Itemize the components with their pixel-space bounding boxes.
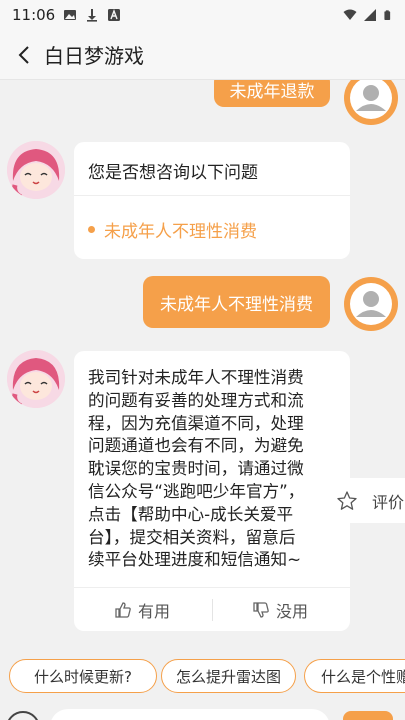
reply-divider — [74, 587, 350, 588]
reply-line: 耽误您的宝贵时间，请通过微 — [88, 459, 304, 479]
send-button[interactable] — [343, 711, 393, 720]
reply-line: 问题通道也会有不同，为避免 — [88, 436, 304, 456]
gallery-icon — [64, 10, 77, 20]
suggestion-option-label: 未成年人不理性消费 — [104, 222, 257, 242]
user-message-bubble: 未成年退款 — [214, 80, 330, 107]
voice-button[interactable] — [6, 711, 40, 720]
anime-avatar-icon — [7, 141, 65, 199]
reply-card: 我司针对未成年人不理性消费 的问题有妥善的处理方式和流 程，因为充值渠道不同，处… — [74, 351, 350, 631]
thumbs-down-icon — [253, 602, 269, 618]
user-message-text: 未成年退款 — [229, 82, 315, 102]
thumbs-up-icon — [115, 602, 131, 618]
chip-label: 什么时候更新? — [34, 667, 132, 686]
reply-line: 信公众号“逃跑吧少年官方”， — [88, 481, 305, 501]
wifi-icon — [343, 9, 357, 20]
back-button[interactable] — [14, 42, 34, 68]
user-message-text: 未成年人不理性消费 — [160, 294, 313, 315]
reply-line: 点击【帮助中心-成长关爱平 — [88, 504, 294, 524]
useless-label: 没用 — [276, 602, 309, 621]
suggestion-option[interactable]: 未成年人不理性消费 — [88, 217, 257, 242]
status-bar: 11:06 — [0, 0, 405, 30]
rate-label: 评价 — [372, 492, 405, 512]
user-avatar-icon — [346, 80, 396, 123]
input-bar — [0, 703, 405, 720]
quick-question-chip[interactable]: 什么是个性赠 — [304, 659, 405, 693]
suggestion-divider — [74, 195, 350, 196]
bot-avatar — [7, 141, 65, 199]
bot-avatar — [7, 350, 65, 408]
reply-line: 程，因为充值渠道不同，处理 — [88, 413, 304, 433]
quick-question-bar: 什么时候更新? 怎么提升雷达图 什么是个性赠 — [0, 651, 405, 701]
quick-question-chip[interactable]: 什么时候更新? — [9, 659, 157, 693]
chevron-left-icon — [18, 45, 29, 64]
text-icon — [108, 9, 121, 21]
message-input[interactable] — [50, 709, 330, 720]
useless-button[interactable]: 没用 — [252, 598, 308, 622]
useful-button[interactable]: 有用 — [114, 598, 170, 622]
suggestion-card: 您是否想咨询以下问题 未成年人不理性消费 — [74, 142, 350, 259]
status-time: 11:06 — [12, 6, 56, 24]
battery-icon — [384, 10, 391, 20]
download-icon — [87, 9, 98, 22]
vote-divider — [212, 599, 213, 621]
reply-line: 我司针对未成年人不理性消费 — [88, 368, 304, 387]
reply-text: 我司针对未成年人不理性消费 的问题有妥善的处理方式和流 程，因为充值渠道不同，处… — [88, 367, 340, 572]
anime-avatar-icon — [7, 350, 65, 408]
user-avatar — [344, 277, 398, 331]
reply-line: 续平台处理进度和短信通知~ — [88, 550, 302, 570]
chip-label: 什么是个性赠 — [321, 667, 405, 686]
suggestion-prompt: 您是否想咨询以下问题 — [88, 163, 258, 183]
user-avatar — [344, 80, 398, 125]
signal-icon — [364, 9, 376, 21]
reply-line: 的问题有妥善的处理方式和流 — [88, 390, 304, 410]
bullet-dot — [88, 226, 95, 233]
app-header: 白日梦游戏 — [0, 30, 405, 80]
rate-button[interactable]: 评价 — [322, 478, 405, 523]
quick-question-chip[interactable]: 怎么提升雷达图 — [161, 659, 296, 693]
page-title: 白日梦游戏 — [44, 44, 144, 68]
chip-label: 怎么提升雷达图 — [175, 667, 281, 686]
user-avatar-icon — [346, 279, 396, 329]
useful-label: 有用 — [138, 602, 171, 621]
user-message-bubble: 未成年人不理性消费 — [143, 276, 330, 328]
reply-line: 台】，提交相关资料，留意后 — [88, 527, 296, 547]
chat-area[interactable]: 未成年退款 您是否想咨询以下问题 未成年人不理性消费 未成年人不理性消费 我司针… — [0, 80, 405, 650]
star-icon — [337, 490, 357, 510]
